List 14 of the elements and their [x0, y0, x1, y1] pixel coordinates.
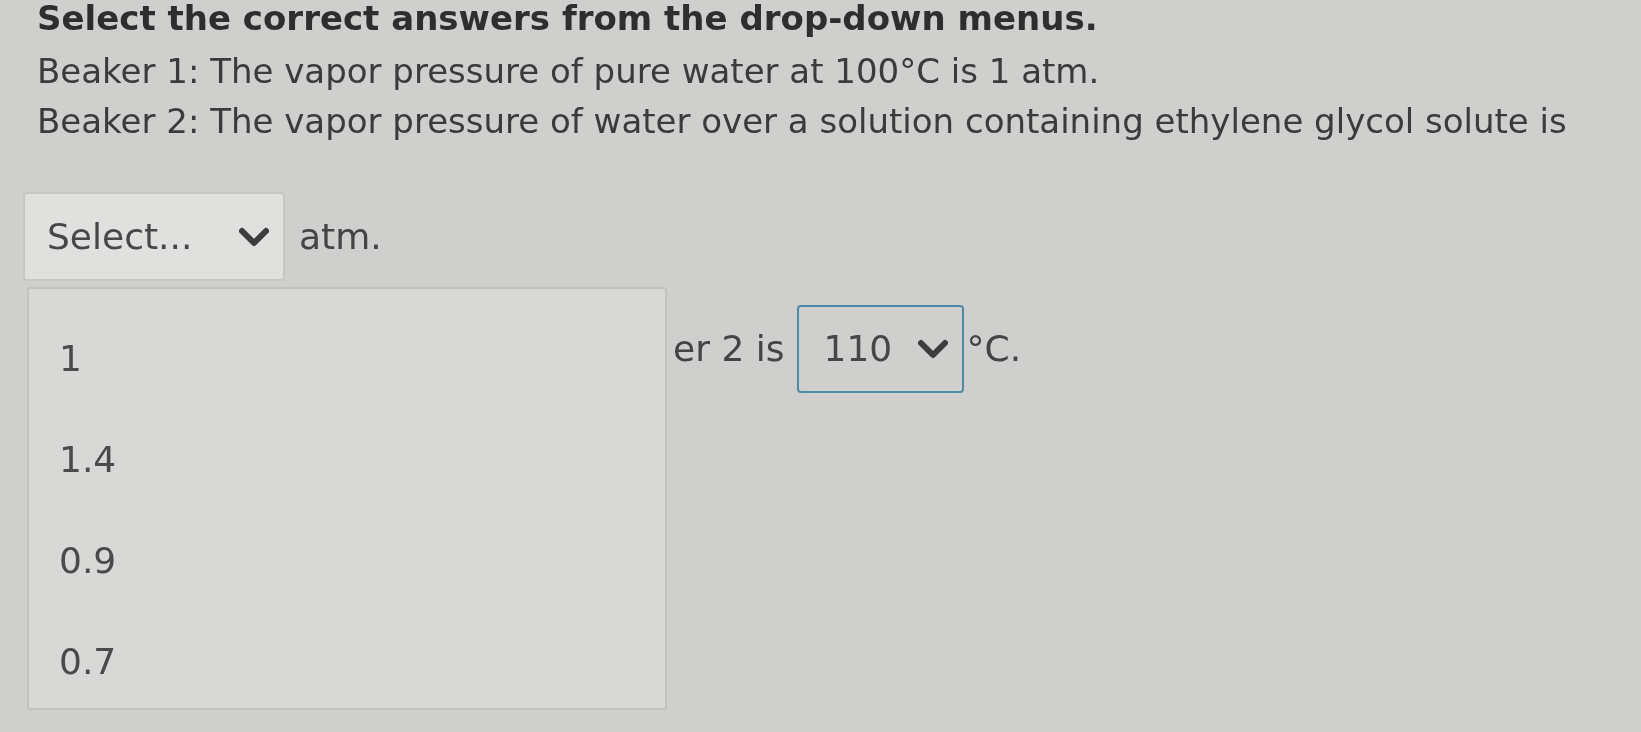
dropdown-select[interactable]: Select...: [23, 192, 285, 281]
instruction-text: Select the correct answers from the drop-down menus.: [37, 0, 1098, 36]
chevron-down-icon: [917, 339, 948, 359]
unit-text: atm.: [299, 218, 382, 255]
dropdown-option[interactable]: 1: [59, 338, 82, 379]
question-text: er 2 is: [673, 331, 785, 367]
dropdown-select[interactable]: 110: [796, 305, 964, 393]
question-text: Beaker 1: The vapor pressure of pure water at 100°C is 1 atm.: [37, 50, 1100, 93]
dropdown-option[interactable]: 0.7: [59, 641, 117, 682]
chevron-down-icon: [239, 226, 269, 247]
unit-text: °C.: [966, 331, 1022, 367]
dropdown-option[interactable]: 0.9: [59, 540, 117, 581]
dropdown-option[interactable]: 1.4: [59, 439, 117, 480]
question-text: Beaker 2: The vapor pressure of water over a solution containing ethylene glycol solute is: [37, 100, 1567, 143]
